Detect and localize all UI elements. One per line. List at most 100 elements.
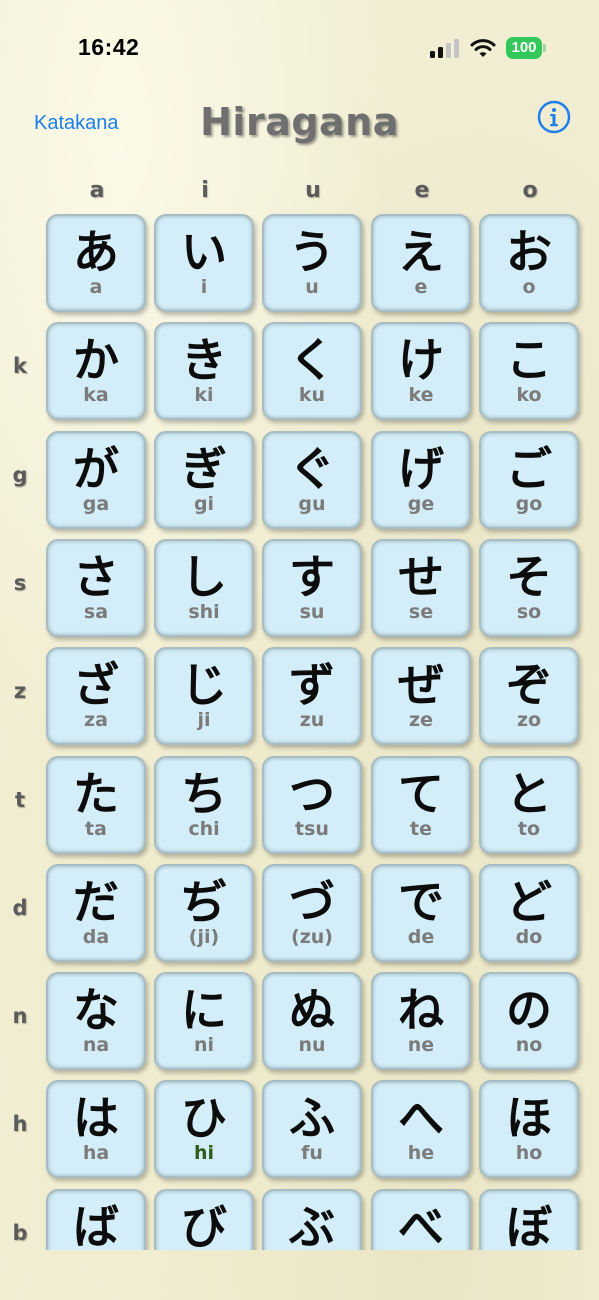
kana-tile[interactable]: て te xyxy=(371,755,471,854)
kana-tile[interactable]: げ ge xyxy=(371,430,471,529)
kana-romaji: ka xyxy=(83,384,109,407)
status-time: 16:42 xyxy=(78,34,140,60)
kana-tile[interactable]: ぎ gi xyxy=(154,430,254,529)
kana-romaji: gu xyxy=(298,492,326,515)
kana-romaji: fu xyxy=(301,1142,323,1165)
kana-romaji: nu xyxy=(298,1034,326,1057)
kana-tile[interactable]: そ so xyxy=(479,538,579,637)
kana-character: ふ xyxy=(289,1091,335,1146)
kana-tile[interactable]: うu xyxy=(262,214,362,312)
kana-romaji: u xyxy=(305,276,319,298)
kana-tile[interactable]: ぜ ze xyxy=(371,647,471,746)
kana-tile[interactable]: へ he xyxy=(371,1080,471,1179)
kana-tile[interactable]: ば xyxy=(46,1188,146,1250)
row-label-k: k xyxy=(13,354,27,379)
kana-tile[interactable]: く ku xyxy=(262,322,362,421)
column-headers: aiueo xyxy=(0,178,599,210)
kana-character: え xyxy=(398,225,444,279)
kana-tile[interactable]: ず zu xyxy=(262,647,362,746)
kana-character: ひ xyxy=(181,1091,227,1146)
kana-tile[interactable]: ご go xyxy=(479,430,579,529)
kana-romaji: ji xyxy=(197,709,211,732)
kana-character: い xyxy=(181,225,227,279)
kana-tile[interactable]: で de xyxy=(371,863,471,962)
row-label-s: s xyxy=(13,570,27,595)
kana-character: じ xyxy=(181,658,227,713)
kana-tile[interactable]: が ga xyxy=(46,430,146,529)
kana-romaji: e xyxy=(414,276,428,298)
kana-tile[interactable]: た ta xyxy=(46,755,146,854)
kana-tile[interactable]: せ se xyxy=(371,538,471,637)
kana-tile[interactable]: は ha xyxy=(46,1080,146,1179)
kana-character: ぢ xyxy=(181,874,227,929)
kana-character: ず xyxy=(289,658,335,713)
kana-tile[interactable]: な na xyxy=(46,972,146,1071)
kana-character: た xyxy=(73,766,119,821)
kana-tile[interactable]: ね ne xyxy=(371,972,471,1071)
kana-tile[interactable]: と to xyxy=(479,755,579,854)
kana-character: ほ xyxy=(506,1091,552,1146)
kana-character: な xyxy=(73,983,119,1038)
kana-romaji: he xyxy=(407,1142,435,1165)
kana-romaji: ki xyxy=(194,384,214,407)
kana-tile[interactable]: に ni xyxy=(154,972,254,1071)
kana-romaji: ni xyxy=(193,1034,215,1057)
kana-character: づ xyxy=(289,874,335,929)
kana-grid: あ a い i う u え e お o k か ka き ki く ku け ke こ ko g が ga ぎ gi ぐ gu げ ge ご… xyxy=(0,210,599,1250)
kana-tile[interactable]: だ da xyxy=(46,863,146,962)
kana-tile[interactable]: えe xyxy=(371,214,471,312)
kana-tile[interactable]: つ tsu xyxy=(262,755,362,854)
kana-character: ね xyxy=(398,983,444,1038)
kana-tile[interactable]: き ki xyxy=(154,322,254,421)
kana-tile[interactable]: ぞ zo xyxy=(479,647,579,746)
kana-romaji: ge xyxy=(407,492,435,515)
kana-character: ち xyxy=(181,766,227,821)
kana-character: か xyxy=(73,333,119,388)
kana-character: ぞ xyxy=(506,658,552,713)
kana-tile[interactable]: か ka xyxy=(46,322,146,421)
kana-romaji: ta xyxy=(85,817,107,840)
kana-tile[interactable]: ぼ xyxy=(479,1188,579,1250)
kana-tile[interactable]: ぐ gu xyxy=(262,430,362,529)
kana-tile[interactable]: じ ji xyxy=(154,647,254,746)
kana-character: そ xyxy=(506,549,552,604)
kana-tile[interactable]: ぢ (ji) xyxy=(154,863,254,962)
kana-tile[interactable]: いi xyxy=(154,214,254,312)
kana-tile[interactable]: こ ko xyxy=(479,322,579,421)
kana-romaji: so xyxy=(516,600,542,623)
kana-tile[interactable]: さ sa xyxy=(46,538,146,637)
kana-tile[interactable]: ひ hi xyxy=(154,1080,254,1179)
kana-tile[interactable]: ぶ xyxy=(262,1188,362,1250)
kana-tile[interactable]: あa xyxy=(46,214,146,312)
kana-romaji: o xyxy=(522,276,536,298)
kana-character: け xyxy=(398,333,444,388)
kana-romaji: te xyxy=(410,817,432,840)
kana-character: ど xyxy=(506,874,552,929)
page-title: Hiragana xyxy=(200,100,399,144)
kana-tile[interactable]: ち chi xyxy=(154,755,254,854)
kana-tile[interactable]: おo xyxy=(479,214,579,312)
kana-tile[interactable]: け ke xyxy=(371,322,471,421)
kana-tile[interactable]: ぬ nu xyxy=(262,972,362,1071)
kana-character: ご xyxy=(506,441,552,496)
kana-tile[interactable]: の no xyxy=(479,972,579,1071)
kana-tile[interactable]: べ xyxy=(371,1188,471,1250)
kana-tile[interactable]: づ (zu) xyxy=(262,863,362,962)
kana-tile[interactable]: び xyxy=(154,1188,254,1250)
kana-tile[interactable]: し shi xyxy=(154,538,254,637)
kana-character: は xyxy=(73,1091,119,1146)
kana-tile[interactable]: す su xyxy=(262,538,362,637)
kana-character: び xyxy=(181,1199,227,1250)
info-icon[interactable] xyxy=(537,100,571,134)
kana-character: あ xyxy=(73,225,119,279)
kana-tile[interactable]: ふ fu xyxy=(262,1080,362,1179)
kana-character: ぎ xyxy=(181,441,227,496)
kana-tile[interactable]: ど do xyxy=(479,863,579,962)
kana-romaji: a xyxy=(89,276,103,298)
kana-character: こ xyxy=(506,333,552,388)
kana-character: ぐ xyxy=(289,441,335,496)
kana-tile[interactable]: ざ za xyxy=(46,647,146,746)
kana-character: の xyxy=(506,983,552,1038)
bottom-background xyxy=(0,1250,599,1300)
kana-tile[interactable]: ほ ho xyxy=(479,1080,579,1179)
